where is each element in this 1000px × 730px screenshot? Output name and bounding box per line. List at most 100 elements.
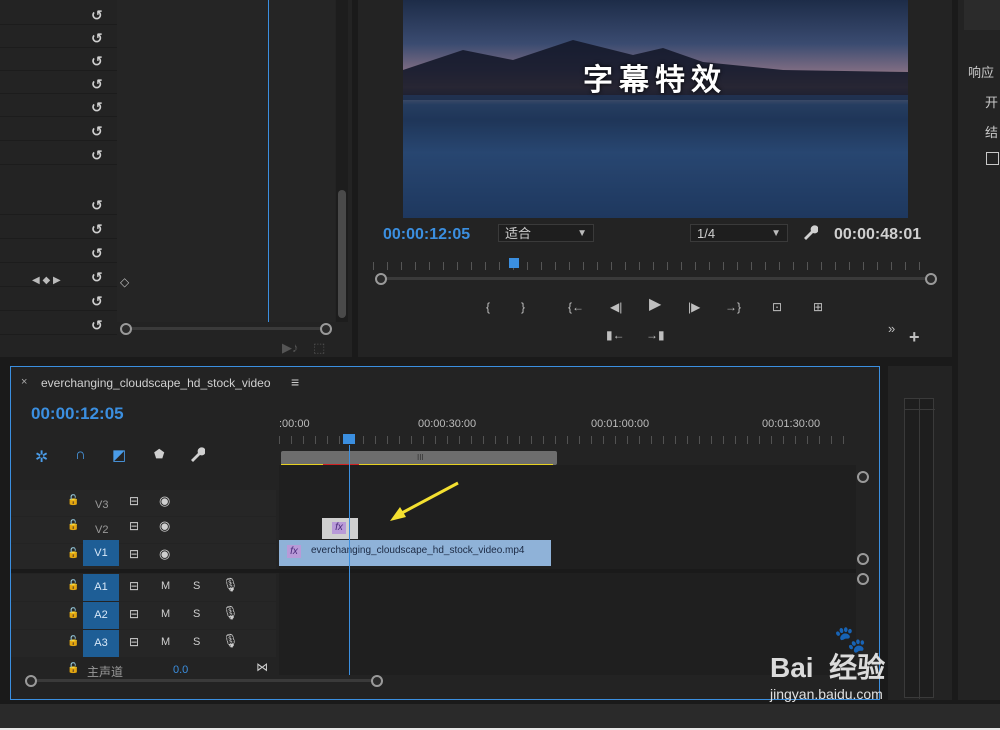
- sync-lock-icon[interactable]: ⊟: [129, 607, 139, 621]
- duration-timecode: 00:00:48:01: [834, 226, 922, 243]
- reset-icon[interactable]: ↺: [91, 53, 103, 70]
- more-controls-button[interactable]: »: [888, 322, 895, 336]
- video-preview[interactable]: 字幕特效: [403, 0, 908, 218]
- sync-lock-icon[interactable]: ⊟: [129, 579, 139, 593]
- track-name-a2[interactable]: A2: [83, 602, 119, 629]
- track-name-a3[interactable]: A3: [83, 630, 119, 657]
- playhead-marker[interactable]: [509, 258, 519, 268]
- lock-icon[interactable]: 🔓: [67, 520, 79, 531]
- go-to-end-icon[interactable]: ⋈: [256, 660, 268, 674]
- reset-icon[interactable]: ↺: [91, 245, 103, 262]
- lock-icon[interactable]: 🔓: [67, 663, 79, 674]
- close-tab-icon[interactable]: ×: [21, 376, 27, 388]
- microphone-icon[interactable]: 🎙: [222, 577, 239, 593]
- start-label: 开: [985, 95, 999, 110]
- solo-button[interactable]: S: [193, 636, 200, 648]
- reset-icon[interactable]: ↺: [91, 30, 103, 47]
- chevron-down-icon: ▼: [771, 228, 781, 239]
- work-area-bar[interactable]: III: [281, 451, 557, 465]
- mute-button[interactable]: M: [161, 608, 170, 620]
- reset-icon[interactable]: ↺: [91, 197, 103, 214]
- solo-button[interactable]: S: [193, 608, 200, 620]
- reset-icon[interactable]: ↺: [91, 99, 103, 116]
- track-name-v1[interactable]: V1: [83, 540, 119, 566]
- timeline-playhead-marker[interactable]: [343, 434, 355, 444]
- monitor-time-ruler[interactable]: [373, 258, 937, 286]
- current-timecode[interactable]: 00:00:12:05: [383, 226, 470, 244]
- mute-button[interactable]: M: [161, 636, 170, 648]
- add-button-icon[interactable]: +: [909, 328, 920, 346]
- sync-lock-icon[interactable]: ⊟: [129, 547, 139, 561]
- timeline-panel: × everchanging_cloudscape_hd_stock_video…: [10, 366, 880, 700]
- reset-icon[interactable]: ↺: [91, 293, 103, 310]
- mute-button[interactable]: M: [161, 580, 170, 592]
- timeline-ruler[interactable]: :00:00 00:00:30:00 00:01:00:00 00:01:30:…: [279, 407, 854, 467]
- sequence-tab[interactable]: everchanging_cloudscape_hd_stock_video: [41, 376, 271, 390]
- v-scroll-top[interactable]: [857, 471, 869, 483]
- track-header-v1: [11, 544, 276, 570]
- overwrite-button[interactable]: →▮: [646, 328, 665, 342]
- snap-nest-icon[interactable]: ✲: [35, 447, 48, 467]
- linked-selection-icon[interactable]: ◩: [112, 446, 126, 464]
- panel-menu-icon[interactable]: ≡: [291, 374, 299, 390]
- magnet-snap-icon[interactable]: ∩: [75, 446, 86, 463]
- timeline-timecode[interactable]: 00:00:12:05: [31, 404, 124, 424]
- eye-icon[interactable]: ◉: [159, 493, 170, 509]
- mark-out-button[interactable]: }: [521, 300, 525, 314]
- mark-in-button[interactable]: {: [486, 300, 490, 314]
- wrench-icon[interactable]: [802, 224, 819, 245]
- export-frame-icon[interactable]: ⬚: [313, 340, 325, 356]
- keyframe-diamond-icon[interactable]: ◇: [120, 275, 129, 289]
- track-name-a1[interactable]: A1: [83, 574, 119, 601]
- sync-lock-icon[interactable]: ⊟: [129, 519, 139, 533]
- step-forward-button[interactable]: |▶: [688, 300, 700, 314]
- sync-lock-icon[interactable]: ⊟: [129, 635, 139, 649]
- timeline-hscroll[interactable]: [25, 675, 385, 687]
- response-label: 响应: [968, 65, 995, 80]
- reset-icon[interactable]: ↺: [91, 317, 103, 334]
- fit-dropdown[interactable]: 适合 ▼: [498, 224, 594, 242]
- insert-button[interactable]: ▮←: [606, 328, 625, 342]
- lock-icon[interactable]: 🔓: [67, 495, 79, 506]
- vertical-scrollbar[interactable]: [336, 0, 348, 322]
- step-back-button[interactable]: ◀|: [610, 300, 622, 314]
- reset-icon[interactable]: ↺: [91, 269, 103, 286]
- adjustment-clip-v2[interactable]: fx: [322, 518, 358, 539]
- lock-icon[interactable]: 🔓: [67, 608, 79, 619]
- right-panel: 响应 开 结: [958, 0, 1000, 700]
- timeline-settings-wrench-icon[interactable]: [189, 446, 206, 467]
- go-to-in-button[interactable]: {←: [568, 300, 584, 314]
- lock-icon[interactable]: 🔓: [67, 548, 79, 559]
- effects-hscroll[interactable]: [120, 323, 334, 335]
- track-name-v2: V2: [95, 524, 109, 536]
- sync-lock-icon[interactable]: ⊟: [129, 494, 139, 508]
- eye-icon[interactable]: ◉: [159, 518, 170, 534]
- lift-button[interactable]: ⊡: [772, 300, 782, 314]
- keyframe-nav[interactable]: ◀ ◆ ▶: [32, 275, 61, 286]
- solo-button[interactable]: S: [193, 580, 200, 592]
- v-scroll-mid[interactable]: [857, 553, 869, 565]
- resolution-dropdown[interactable]: 1/4 ▼: [690, 224, 788, 242]
- track-name-v3: V3: [95, 499, 109, 511]
- reset-icon[interactable]: ↺: [91, 221, 103, 238]
- checkbox[interactable]: [986, 152, 999, 165]
- lock-icon[interactable]: 🔓: [67, 580, 79, 591]
- play-button[interactable]: ▶: [649, 297, 661, 313]
- go-to-out-button[interactable]: →}: [725, 300, 741, 314]
- reset-icon[interactable]: ↺: [91, 76, 103, 93]
- v-scroll-mid2[interactable]: [857, 573, 869, 585]
- eye-icon[interactable]: ◉: [159, 546, 170, 562]
- reset-icon[interactable]: ↺: [91, 7, 103, 24]
- timeline-playhead-line: [349, 445, 350, 675]
- lock-icon[interactable]: 🔓: [67, 636, 79, 647]
- reset-icon[interactable]: ↺: [91, 123, 103, 140]
- video-clip-v1[interactable]: fx everchanging_cloudscape_hd_stock_vide…: [279, 540, 551, 566]
- extract-button[interactable]: ⊞: [813, 300, 823, 314]
- audio-play-icon[interactable]: ▶♪: [282, 340, 299, 356]
- clip-name: everchanging_cloudscape_hd_stock_video.m…: [311, 545, 525, 556]
- fx-badge: fx: [287, 545, 301, 558]
- add-marker-icon[interactable]: ⬟: [154, 447, 164, 461]
- microphone-icon[interactable]: 🎙: [222, 633, 239, 649]
- microphone-icon[interactable]: 🎙: [222, 605, 239, 621]
- reset-icon[interactable]: ↺: [91, 147, 103, 164]
